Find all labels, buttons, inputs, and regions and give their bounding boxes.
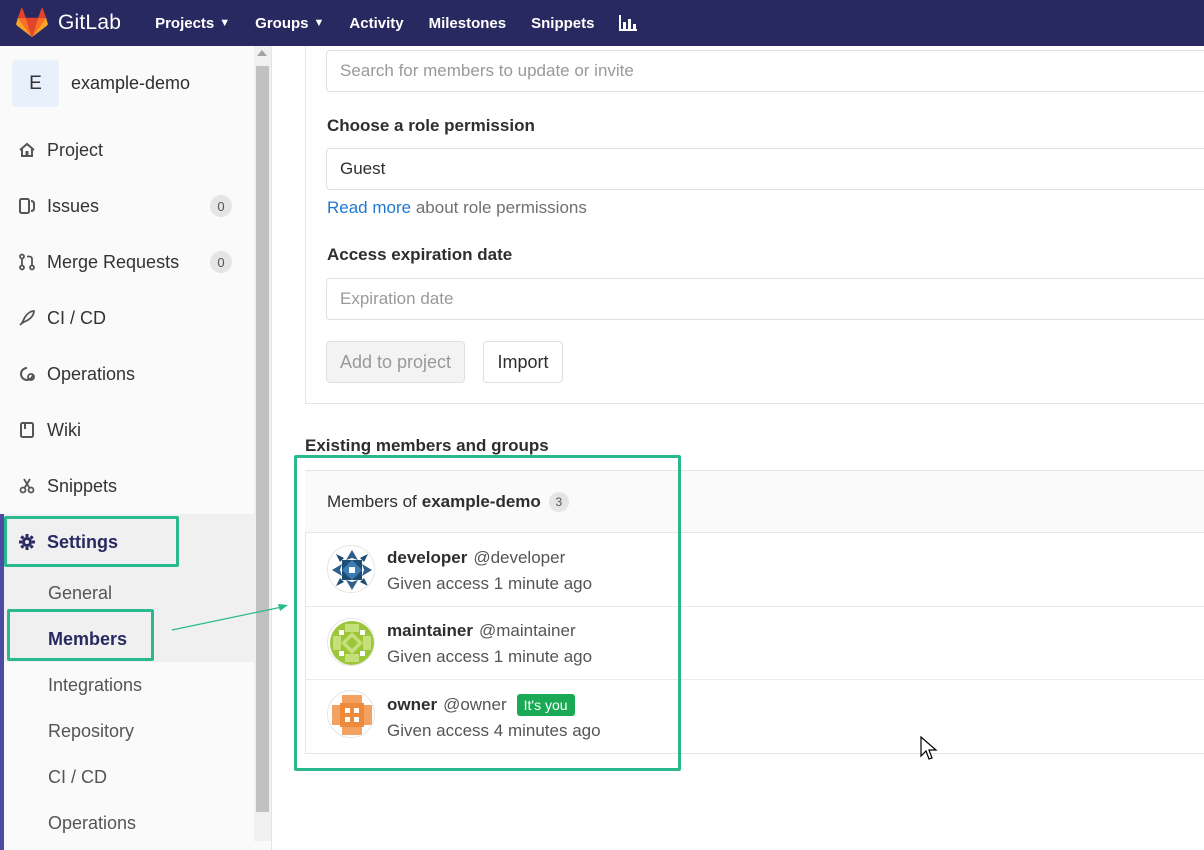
merge-requests-count-badge: 0: [210, 251, 232, 273]
scrollbar-thumb[interactable]: [256, 66, 269, 812]
rocket-icon: [18, 309, 36, 327]
nav-snippets[interactable]: Snippets: [531, 15, 594, 32]
read-more-suffix: about role permissions: [411, 198, 587, 217]
home-icon: [18, 141, 36, 159]
settings-integrations[interactable]: Integrations: [48, 675, 142, 696]
role-permission-label: Choose a role permission: [327, 116, 535, 135]
nav-milestones[interactable]: Milestones: [429, 15, 507, 32]
operations-icon: [18, 365, 36, 383]
brand-name: GitLab: [58, 11, 122, 34]
scissors-icon: [18, 477, 36, 495]
sidebar-item-project[interactable]: Project: [0, 128, 254, 172]
chart-icon: [619, 15, 638, 31]
sidebar-item-label: Wiki: [47, 419, 81, 440]
settings-operations[interactable]: Operations: [48, 813, 136, 834]
sidebar-item-label: CI / CD: [47, 307, 107, 328]
role-help-text: Read more about role permissions: [327, 198, 587, 218]
nav-chart[interactable]: [619, 15, 638, 31]
gitlab-logo[interactable]: GitLab: [16, 8, 121, 38]
expiration-date-input[interactable]: Expiration date: [326, 278, 1204, 320]
sidebar-item-ci-cd[interactable]: CI / CD: [0, 296, 254, 340]
sidebar-item-label: Snippets: [47, 475, 118, 496]
sidebar-item-label: Issues: [47, 195, 100, 216]
read-more-link[interactable]: Read more: [327, 198, 411, 217]
issues-count-badge: 0: [210, 195, 232, 217]
scroll-up-icon[interactable]: [257, 50, 267, 56]
project-name: example-demo: [71, 73, 191, 93]
sidebar-item-snippets[interactable]: Snippets: [0, 464, 254, 508]
members-highlight-box: [7, 609, 154, 661]
existing-members-title: Existing members and groups: [305, 436, 549, 455]
expiration-label: Access expiration date: [327, 245, 513, 264]
gitlab-fox-icon: [16, 8, 48, 38]
sidebar-item-merge-requests[interactable]: Merge Requests 0: [0, 240, 254, 284]
annotation-arrow-icon: [171, 604, 288, 631]
chevron-down-icon: ▼: [313, 17, 325, 29]
role-select[interactable]: Guest: [326, 148, 1204, 190]
nav-activity[interactable]: Activity: [349, 15, 403, 32]
chevron-down-icon: ▼: [219, 17, 231, 29]
sidebar-item-issues[interactable]: Issues 0: [0, 184, 254, 228]
nav-groups-label: Groups: [255, 14, 309, 32]
add-to-project-button[interactable]: Add to project: [326, 341, 465, 383]
top-navbar: GitLab Projects ▼ Groups ▼ Activity Milest…: [0, 0, 1204, 46]
nav-groups[interactable]: Groups ▼: [255, 15, 324, 32]
mouse-cursor-icon: [920, 736, 938, 760]
settings-ci-cd[interactable]: CI / CD: [48, 767, 107, 788]
issues-icon: [18, 197, 36, 215]
nav-projects[interactable]: Projects ▼: [155, 15, 230, 32]
members-list-highlight-box: [294, 455, 681, 771]
book-icon: [18, 421, 36, 439]
settings-highlight-box: [4, 516, 179, 567]
sidebar-item-wiki[interactable]: Wiki: [0, 408, 254, 452]
member-search-input[interactable]: Search for members to update or invite: [326, 50, 1204, 92]
project-avatar: E: [12, 60, 59, 107]
import-button[interactable]: Import: [483, 341, 563, 383]
nav-projects-label: Projects: [155, 14, 215, 32]
sidebar-item-label: Merge Requests: [47, 251, 180, 272]
sidebar-item-operations[interactable]: Operations: [0, 352, 254, 396]
sidebar-item-label: Operations: [47, 363, 136, 384]
project-header[interactable]: E example-demo: [12, 60, 190, 107]
settings-general[interactable]: General: [48, 583, 112, 604]
sidebar-item-label: Project: [47, 139, 104, 160]
merge-request-icon: [18, 253, 36, 271]
settings-repository[interactable]: Repository: [48, 721, 134, 742]
